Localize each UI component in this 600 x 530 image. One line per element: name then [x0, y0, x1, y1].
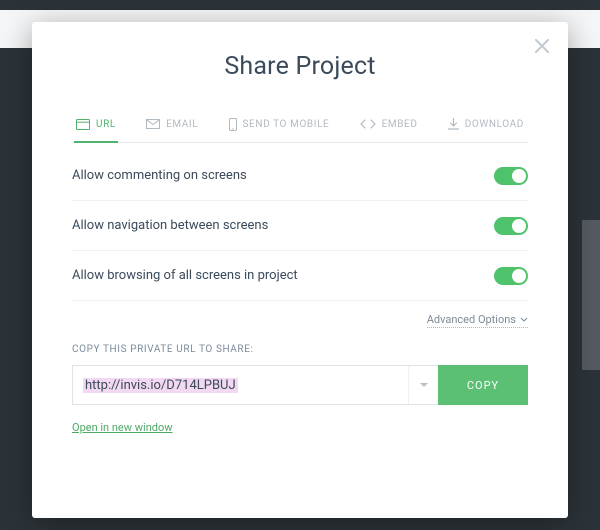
copy-url-caption: COPY THIS PRIVATE URL TO SHARE: — [72, 344, 528, 355]
toggle-browsing[interactable] — [494, 267, 528, 285]
toggle-navigation[interactable] — [494, 217, 528, 235]
close-icon — [535, 39, 549, 53]
option-row-browsing: Allow browsing of all screens in project — [72, 251, 528, 301]
option-label: Allow browsing of all screens in project — [72, 268, 298, 283]
browser-icon — [76, 119, 90, 130]
advanced-options-row: Advanced Options — [72, 301, 528, 344]
chevron-down-icon — [520, 317, 528, 322]
copy-url-row: http://invis.io/D714LPBUJ COPY — [72, 365, 528, 405]
share-options: Allow commenting on screens Allow naviga… — [72, 143, 528, 301]
toggle-commenting[interactable] — [494, 167, 528, 185]
toggle-knob — [512, 219, 526, 233]
tab-email[interactable]: EMAIL — [144, 107, 200, 143]
close-button[interactable] — [532, 36, 552, 56]
option-row-navigation: Allow navigation between screens — [72, 201, 528, 251]
background-panel — [582, 220, 600, 370]
option-label: Allow navigation between screens — [72, 218, 268, 233]
copy-button-label: COPY — [467, 379, 499, 392]
tab-label: URL — [96, 119, 116, 130]
tab-send-to-mobile[interactable]: SEND TO MOBILE — [227, 107, 332, 143]
open-in-new-window-link[interactable]: Open in new window — [72, 421, 173, 434]
tab-embed[interactable]: EMBED — [358, 107, 420, 143]
toggle-knob — [512, 269, 526, 283]
tab-download[interactable]: DOWNLOAD — [446, 107, 526, 143]
modal-title: Share Project — [72, 52, 528, 81]
share-url-text: http://invis.io/D714LPBUJ — [83, 378, 238, 393]
tabs: URL EMAIL SEND TO MOBILE EMBED DOWNLOAD — [72, 107, 528, 143]
mobile-icon — [229, 118, 237, 131]
tab-label: EMAIL — [166, 119, 198, 130]
option-row-commenting: Allow commenting on screens — [72, 151, 528, 201]
tab-label: DOWNLOAD — [465, 119, 524, 130]
tab-label: EMBED — [382, 119, 418, 130]
url-dropdown-trigger[interactable] — [408, 366, 438, 404]
advanced-options-label: Advanced Options — [427, 313, 516, 326]
copy-button[interactable]: COPY — [438, 365, 528, 405]
tab-label: SEND TO MOBILE — [243, 119, 330, 130]
share-project-modal: Share Project URL EMAIL SEND TO MOBILE E… — [32, 22, 568, 518]
advanced-options-link[interactable]: Advanced Options — [427, 313, 528, 328]
code-icon — [360, 119, 376, 129]
share-url-field[interactable]: http://invis.io/D714LPBUJ — [72, 365, 438, 405]
toggle-knob — [512, 169, 526, 183]
tab-url[interactable]: URL — [74, 107, 118, 143]
caret-down-icon — [420, 383, 428, 388]
option-label: Allow commenting on screens — [72, 168, 247, 183]
download-icon — [448, 118, 459, 130]
envelope-icon — [146, 119, 160, 129]
